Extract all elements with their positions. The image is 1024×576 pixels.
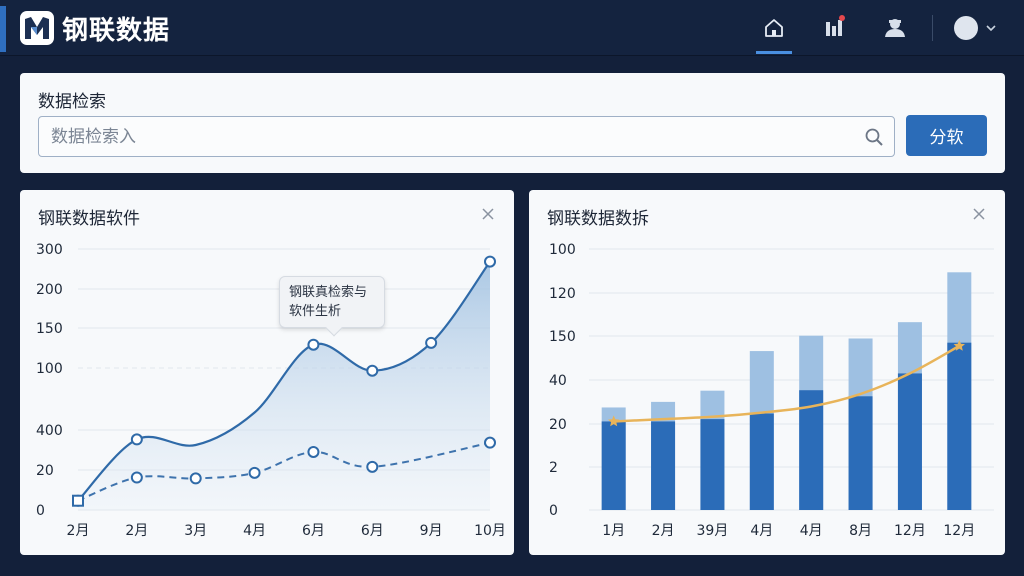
home-button[interactable] [756,10,792,46]
y-tick-label: 20 [36,463,54,479]
data-point [425,336,438,349]
x-tick-label: 10月 [474,523,506,539]
user-icon [885,19,905,37]
search-button[interactable]: 分软 [906,115,987,156]
bar-chart-panel: 钢联数据数拆 100 120 150 40 20 2 0 1月 2月 39月 4月 4月 8月 12月 12… [529,190,1005,555]
data-point [484,255,496,268]
tooltip-line-2: 软件生析 [289,304,342,319]
x-tick-label: 12月 [943,523,975,539]
y-tick-label: 150 [549,329,576,345]
y-tick-label: 0 [549,503,558,519]
account-menu[interactable] [953,10,1003,46]
tooltip-line-1: 钢联真检索与 [289,285,368,300]
home-icon [765,19,783,37]
x-tick-label: 2月 [67,523,90,539]
y-tick-label: 20 [549,417,567,433]
bar-chart: 1001201504020201月 2月 39月 4月 4月 8月 12月 12月 [549,242,994,539]
bar-dark [749,413,774,510]
header-divider [932,15,933,41]
data-point [72,494,84,507]
search-input[interactable] [51,117,851,156]
y-tick-label: 100 [549,242,576,258]
bar-dark [601,421,626,510]
data-point [484,436,496,449]
x-tick-label: 2月 [125,523,148,539]
bar-dark [947,342,972,510]
chart-tooltip: 钢联真检索与 软件生析 [279,276,385,337]
y-tick-label: 200 [36,282,63,298]
x-tick-label: 1月 [602,523,625,539]
x-tick-label: 9月 [420,523,443,539]
avatar-icon [954,16,978,40]
search-box [38,116,895,157]
bar-dark [848,396,873,510]
search-label: 数据检索 [38,92,106,112]
y-tick-label: 100 [36,361,63,377]
x-tick-label: 8月 [849,523,872,539]
header-accent-bar [0,6,6,52]
y-tick-label: 40 [549,373,567,389]
user-button[interactable] [877,10,913,46]
y-tick-label: 400 [36,423,63,439]
bar-dark [897,373,922,510]
data-point [307,338,320,351]
x-tick-label: 39月 [697,523,729,539]
y-tick-label: 300 [36,242,63,258]
notification-badge [839,15,845,21]
x-tick-label: 4月 [750,523,773,539]
y-tick-label: 2 [549,460,558,476]
x-tick-label: 4月 [243,523,266,539]
data-point [366,364,379,377]
x-tick-label: 12月 [894,523,926,539]
y-tick-label: 120 [549,286,576,302]
data-point [248,466,261,479]
data-point [366,460,379,473]
chevron-down-icon [986,25,996,32]
x-tick-label: 6月 [302,523,325,539]
bar-dark [700,419,725,510]
line-chart: 3002001501004002002月 2月 3月 4月 6月 6月 9月 10月 [36,242,506,539]
data-point [307,445,320,458]
y-tick-label: 0 [36,503,45,519]
line-chart-panel: 钢联数据软件 300 200 150 100 400 20 0 2月 2月 3月 4月 6月 6月 9月 1… [20,190,514,555]
data-point [130,471,143,484]
home-active-indicator [756,51,792,54]
top-bar: 钢联数据 [0,0,1024,56]
app-title: 钢联数据 [62,16,171,46]
x-tick-label: 6月 [361,523,384,539]
app-logo-icon[interactable] [20,11,54,45]
data-point [130,433,143,446]
data-point [189,472,202,485]
search-icon[interactable] [864,127,884,147]
x-tick-label: 3月 [184,523,207,539]
bar-dark [651,421,676,510]
stats-button[interactable] [816,10,852,46]
y-tick-label: 150 [36,321,63,337]
search-panel: 数据检索 分软 [20,73,1005,173]
x-tick-label: 4月 [800,523,823,539]
x-tick-label: 2月 [652,523,675,539]
